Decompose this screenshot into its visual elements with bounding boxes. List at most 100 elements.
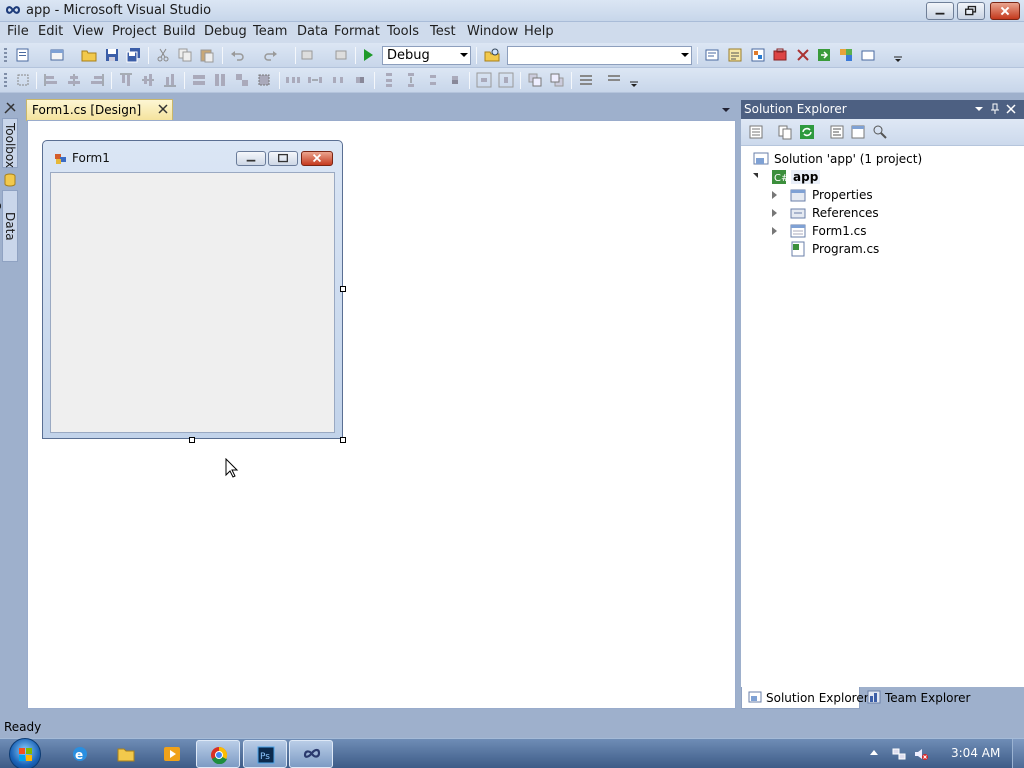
- restore-button[interactable]: [957, 2, 985, 20]
- bring-to-front-icon[interactable]: [527, 72, 543, 88]
- view-designer-icon[interactable]: [850, 124, 866, 140]
- resize-handle-right[interactable]: [340, 286, 346, 292]
- menu-view[interactable]: View: [72, 24, 105, 39]
- expand-arrow-icon[interactable]: [772, 209, 777, 217]
- tab-team-explorer[interactable]: Team Explorer: [861, 687, 971, 709]
- close-button[interactable]: [990, 2, 1020, 20]
- expand-arrow-icon[interactable]: [772, 227, 777, 235]
- menu-format[interactable]: Format: [333, 24, 381, 39]
- menu-project[interactable]: Project: [111, 24, 157, 39]
- view-class-diagram-icon[interactable]: [872, 124, 888, 140]
- properties-window-icon[interactable]: [727, 47, 743, 63]
- save-icon[interactable]: [104, 47, 120, 63]
- resize-handle-bottom-right[interactable]: [340, 437, 346, 443]
- taskbar-chrome[interactable]: [196, 740, 240, 768]
- resize-handle-bottom[interactable]: [189, 437, 195, 443]
- minimize-button[interactable]: [926, 2, 954, 20]
- vertical-spacing-equal-icon[interactable]: [381, 72, 397, 88]
- tab-form1-design[interactable]: Form1.cs [Design]: [26, 99, 173, 121]
- align-bottoms-icon[interactable]: [162, 72, 178, 88]
- align-lefts-icon[interactable]: [43, 72, 59, 88]
- taskbar-clock[interactable]: 3:04 AM: [951, 746, 1000, 760]
- paste-icon[interactable]: [199, 47, 215, 63]
- other-windows-icon[interactable]: [860, 47, 876, 63]
- toolbar-options-icon[interactable]: [890, 47, 906, 63]
- start-debugging-icon[interactable]: [360, 47, 376, 63]
- tree-node-program[interactable]: Program.cs: [751, 240, 1021, 258]
- navigate-backward-icon[interactable]: [300, 47, 316, 63]
- find-in-files-icon[interactable]: [484, 47, 500, 63]
- menu-build[interactable]: Build: [162, 24, 197, 39]
- vertical-spacing-increase-icon[interactable]: [403, 72, 419, 88]
- view-code-icon[interactable]: [829, 124, 845, 140]
- window-position-dropdown-icon[interactable]: [973, 103, 985, 115]
- make-same-width-icon[interactable]: [191, 72, 207, 88]
- close-tab-icon[interactable]: [157, 103, 169, 115]
- copy-icon[interactable]: [177, 47, 193, 63]
- refresh-icon[interactable]: [799, 124, 815, 140]
- make-same-size-icon[interactable]: [234, 72, 250, 88]
- properties-icon[interactable]: [748, 124, 764, 140]
- menu-team[interactable]: Team: [252, 24, 288, 39]
- horizontal-spacing-remove-icon[interactable]: [352, 72, 368, 88]
- find-combo-box[interactable]: [507, 46, 692, 65]
- align-tops-icon[interactable]: [118, 72, 134, 88]
- show-desktop-button[interactable]: [1012, 739, 1024, 768]
- center-vertically-icon[interactable]: [498, 72, 514, 88]
- align-rights-icon[interactable]: [89, 72, 105, 88]
- taskbar-internet-explorer[interactable]: e: [58, 740, 102, 768]
- solution-explorer-toolbar-icon[interactable]: [704, 47, 720, 63]
- show-all-files-icon[interactable]: [777, 124, 793, 140]
- new-project-icon[interactable]: [15, 47, 31, 63]
- extension-manager-icon[interactable]: [795, 47, 811, 63]
- start-button[interactable]: [9, 738, 41, 768]
- solution-configuration-dropdown[interactable]: Debug: [382, 46, 471, 65]
- center-horizontally-icon[interactable]: [476, 72, 492, 88]
- size-to-grid-icon[interactable]: [256, 72, 272, 88]
- menu-data[interactable]: Data: [296, 24, 329, 39]
- undo-icon[interactable]: [229, 47, 245, 63]
- tree-node-references[interactable]: References: [751, 204, 1021, 222]
- horizontal-spacing-equal-icon[interactable]: [285, 72, 301, 88]
- menu-window[interactable]: Window: [466, 24, 519, 39]
- redo-icon[interactable]: [263, 47, 279, 63]
- network-icon[interactable]: [892, 747, 906, 761]
- tree-node-form1[interactable]: Form1.cs: [751, 222, 1021, 240]
- navigate-forward-icon[interactable]: [332, 47, 348, 63]
- collapse-arrow-icon[interactable]: [753, 173, 758, 178]
- menu-file[interactable]: File: [6, 24, 30, 39]
- taskbar-file-explorer[interactable]: [104, 740, 148, 768]
- taskbar-photoshop[interactable]: Ps: [243, 740, 287, 768]
- vertical-spacing-remove-icon[interactable]: [447, 72, 463, 88]
- form-client-area[interactable]: [50, 172, 335, 433]
- tab-solution-explorer[interactable]: Solution Explorer: [741, 687, 869, 709]
- tree-node-properties[interactable]: Properties: [751, 186, 1021, 204]
- form1-window[interactable]: Form1: [42, 140, 343, 439]
- volume-muted-icon[interactable]: [914, 747, 928, 761]
- taskbar-media-player[interactable]: [150, 740, 194, 768]
- menu-edit[interactable]: Edit: [37, 24, 64, 39]
- close-panel-icon[interactable]: [1005, 103, 1017, 115]
- layout-options-icon[interactable]: [606, 72, 622, 88]
- menu-test[interactable]: Test: [429, 24, 457, 39]
- tree-node-solution[interactable]: Solution 'app' (1 project): [751, 150, 1021, 168]
- vertical-spacing-decrease-icon[interactable]: [425, 72, 441, 88]
- tree-node-project[interactable]: C# app: [751, 168, 1021, 186]
- toolbar-grip[interactable]: [4, 48, 7, 63]
- menu-tools[interactable]: Tools: [386, 24, 420, 39]
- cut-icon[interactable]: [155, 47, 171, 63]
- horizontal-spacing-increase-icon[interactable]: [307, 72, 323, 88]
- show-hidden-icons-icon[interactable]: [870, 750, 878, 755]
- data-sources-tab[interactable]: Data Sources: [0, 190, 18, 262]
- toolbox-toolbar-icon[interactable]: [772, 47, 788, 63]
- open-file-icon[interactable]: [81, 47, 97, 63]
- make-same-height-icon[interactable]: [212, 72, 228, 88]
- align-centers-icon[interactable]: [66, 72, 82, 88]
- toolbox-tab[interactable]: Toolbox: [2, 118, 18, 168]
- toolbar-overflow-icon[interactable]: [626, 72, 642, 88]
- horizontal-spacing-decrease-icon[interactable]: [330, 72, 346, 88]
- align-middles-icon[interactable]: [140, 72, 156, 88]
- add-item-icon[interactable]: [49, 47, 65, 63]
- send-to-back-icon[interactable]: [549, 72, 565, 88]
- start-page-icon[interactable]: [816, 47, 832, 63]
